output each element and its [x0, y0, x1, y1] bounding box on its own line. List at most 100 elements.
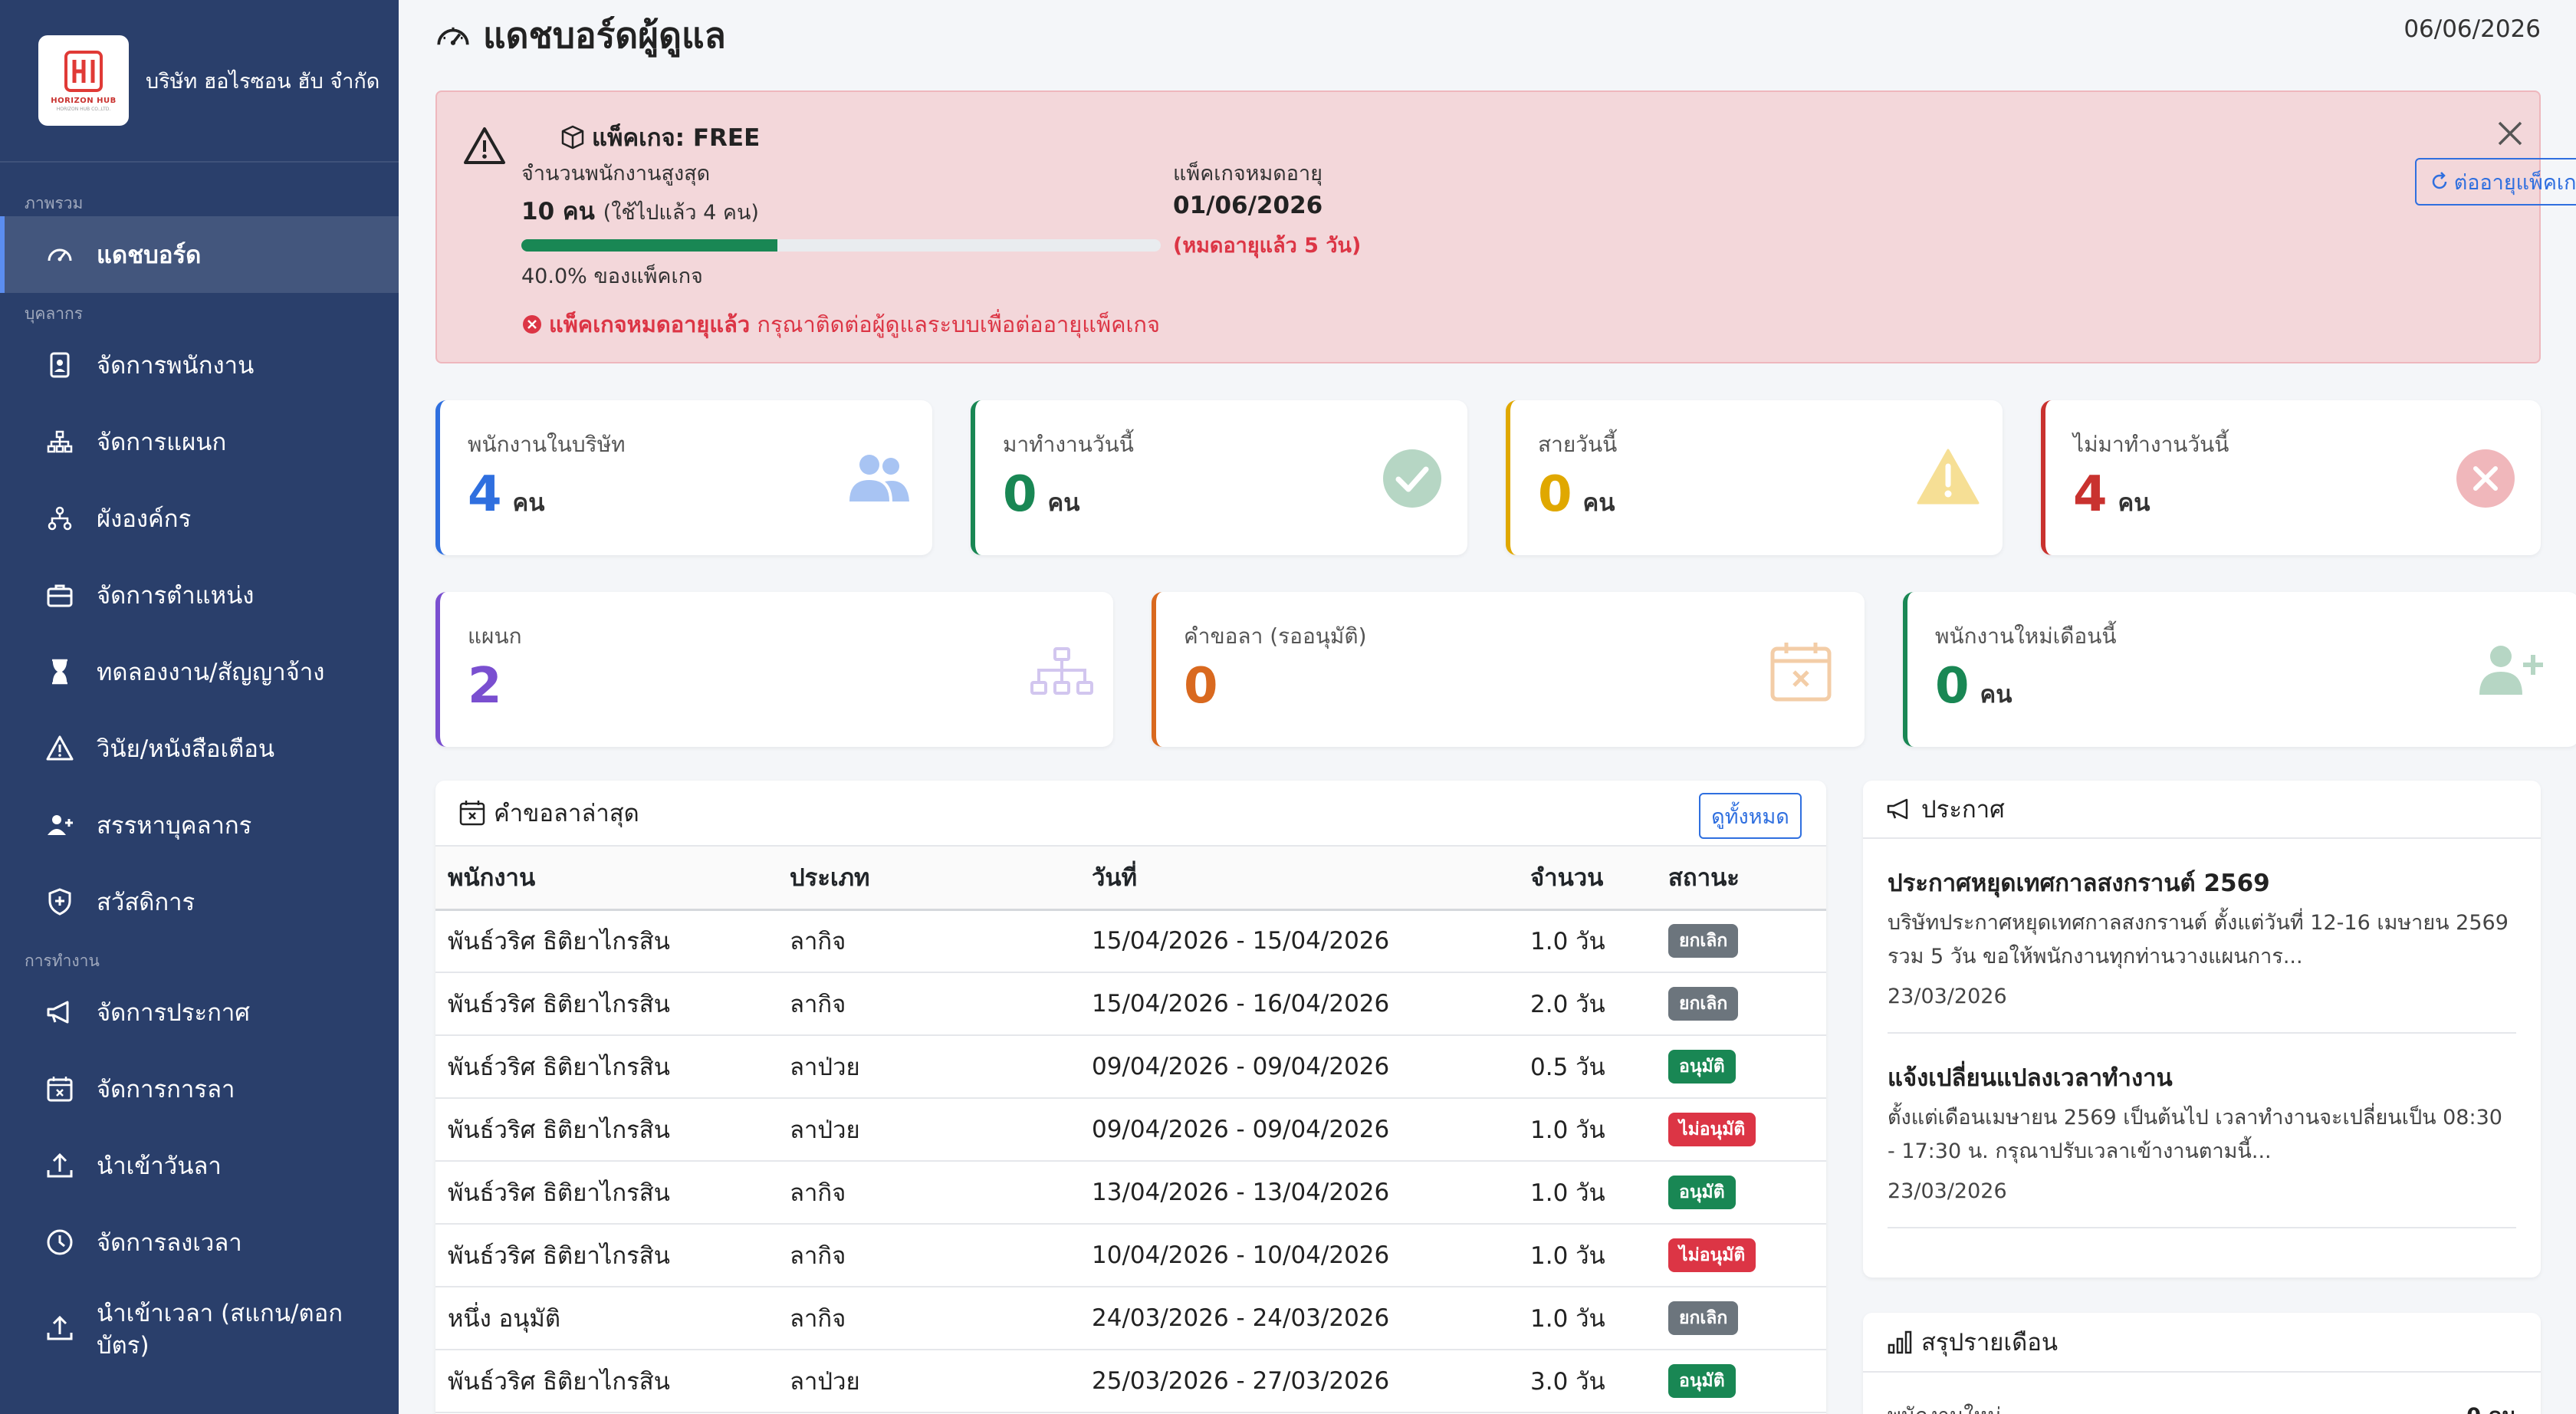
package-alert: แพ็คเกจ: FREE จำนวนพนักงานสูงสุด 10 คน (…	[435, 90, 2576, 363]
cell-type: ลากิจ	[777, 1161, 1079, 1225]
sidebar-item-welfare[interactable]: สวัสดิการ	[0, 863, 399, 940]
renew-package-button[interactable]: ต่ออายุแพ็คเกจ	[2415, 158, 2576, 206]
sidebar-item-org-chart[interactable]: ผังองค์กร	[0, 480, 399, 557]
cell-amount: 3.0 วัน	[1518, 1350, 1656, 1413]
stat-card-pending-leave[interactable]: คำขอลา (รออนุมัติ) 0	[1152, 592, 1865, 747]
table-row[interactable]: หนึ่ง อนุมัติ ลากิจ 24/03/2026 - 24/03/202…	[435, 1287, 1826, 1350]
status-badge: ไม่อนุมัติ	[1668, 1113, 1756, 1146]
panel-header: สรุปรายเดือน	[1863, 1313, 2541, 1373]
stat-card-employees[interactable]: พนักงานในบริษัท 4 คน	[435, 400, 932, 555]
panel-title: ประกาศ	[1921, 796, 2005, 824]
sidebar-item-time-tracking[interactable]: จัดการลงเวลา	[0, 1204, 399, 1281]
expired-text: (หมดอายุแล้ว 5 วัน)	[1173, 234, 1362, 258]
table-row[interactable]: พันธ์วริศ ธิติยาไกรสิน ลาป่วย 09/04/2026 -…	[435, 1035, 1826, 1099]
table-row[interactable]: พันธ์วริศ ธิติยาไกรสิน ลาป่วย 09/04/2026 -…	[435, 1098, 1826, 1162]
company-name: บริษัท ฮอไรซอน ฮับ จำกัด	[146, 69, 380, 94]
speedometer-icon	[48, 248, 72, 261]
table-row[interactable]: พันธ์วริศ ธิติยาไกรสิน ลากิจ 13/04/2026 - …	[435, 1161, 1826, 1225]
cell-employee: พันธ์วริศ ธิติยาไกรสิน	[435, 1350, 777, 1413]
table-row[interactable]: พันธ์วริศ ธิติยาไกรสิน ลากิจ 15/04/2026 - …	[435, 909, 1826, 973]
expiry-date: 01/06/2026	[1173, 192, 1323, 219]
stat-label: พนักงานในบริษัท	[468, 432, 626, 457]
column-header[interactable]: จำนวน	[1518, 847, 1656, 911]
stat-card-late[interactable]: สายวันนี้ 0 คน	[1506, 400, 2003, 555]
usage-progress-fill	[521, 239, 777, 252]
stat-unit: คน	[1047, 489, 1080, 517]
sidebar-item-import-leave[interactable]: นำเข้าวันลา	[0, 1127, 399, 1204]
column-header[interactable]: พนักงาน	[435, 847, 777, 911]
table-row[interactable]: พันธ์วริศ ธิติยาไกรสิน ลากิจ 15/04/2026 - …	[435, 972, 1826, 1036]
table-row[interactable]: พันธ์วริศ ธิติยาไกรสิน ลาป่วย 25/03/2026 -…	[435, 1350, 1826, 1413]
box-icon	[561, 125, 584, 150]
current-date: 06/06/2026	[2404, 15, 2541, 43]
announcement-item[interactable]: แจ้งเปลี่ยนแปลงเวลาทำงาน ตั้งแต่เดือนเมษ…	[1888, 1058, 2516, 1203]
cell-type: ลากิจ	[777, 1287, 1079, 1350]
cell-employee: พันธ์วริศ ธิติยาไกรสิน	[435, 1035, 777, 1099]
logo-mark-icon	[64, 51, 103, 92]
stat-value: 4 คน	[2073, 466, 2150, 523]
cell-status: ยกเลิก	[1656, 972, 1826, 1036]
person-plus-icon	[48, 815, 73, 835]
stat-card-present[interactable]: มาทำงานวันนี้ 0 คน	[971, 400, 1467, 555]
stat-number: 0	[1003, 466, 1037, 523]
stat-number: 0	[1935, 658, 1970, 715]
stat-label: พนักงานใหม่เดือนนี้	[1935, 623, 2117, 649]
column-header[interactable]: ประเภท	[777, 847, 1079, 911]
cell-date: 15/04/2026 - 15/04/2026	[1079, 909, 1518, 973]
sidebar-item-leave[interactable]: จัดการการลา	[0, 1051, 399, 1127]
status-badge: อนุมัติ	[1668, 1176, 1736, 1209]
stat-value: 0 คน	[1538, 466, 1615, 523]
stat-label: ไม่มาทำงานวันนี้	[2073, 432, 2229, 457]
stat-card-new-hires[interactable]: พนักงานใหม่เดือนนี้ 0 คน	[1903, 592, 2576, 747]
sidebar-item-label: นำเข้าเวลา (สแกน/ตอกบัตร)	[97, 1300, 343, 1360]
expired-note-text: กรุณาติดต่อผู้ดูแลระบบเพื่อต่ออายุแพ็คเก…	[757, 311, 1160, 337]
sidebar-item-label: ผังองค์กร	[97, 505, 192, 533]
close-icon[interactable]	[2495, 118, 2525, 149]
sidebar-item-recruitment[interactable]: สรรหาบุคลากร	[0, 787, 399, 863]
view-all-button[interactable]: ดูทั้งหมด	[1699, 793, 1802, 839]
sidebar-item-label: วินัย/หนังสือเตือน	[97, 735, 275, 763]
sidebar-item-announcements[interactable]: จัดการประกาศ	[0, 974, 399, 1051]
leave-table: พนักงาน ประเภท วันที่ จำนวน สถานะ พันธ์ว…	[435, 847, 1826, 1413]
status-badge: ยกเลิก	[1668, 924, 1739, 959]
table-row[interactable]: พันธ์วริศ ธิติยาไกรสิน ลากิจ 10/04/2026 - …	[435, 1224, 1826, 1287]
cell-amount: 0.5 วัน	[1518, 1035, 1656, 1099]
max-employees-number: 10 คน	[521, 198, 595, 225]
logo-word: HORIZON HUB	[51, 97, 117, 105]
cell-type: ลาป่วย	[777, 1098, 1079, 1162]
monthly-first-label: พนักงานใหม่	[1888, 1399, 2001, 1414]
sidebar-item-label: จัดการแผนก	[97, 429, 227, 456]
stat-card-departments[interactable]: แผนก 2	[435, 592, 1113, 747]
sidebar-item-label: จัดการลงเวลา	[97, 1229, 242, 1257]
cell-amount: 1.0 วัน	[1518, 909, 1656, 973]
sidebar-item-dashboard[interactable]: แดชบอร์ด	[0, 216, 399, 293]
cell-employee: พันธ์วริศ ธิติยาไกรสิน	[435, 1224, 777, 1287]
sidebar: HORIZON HUB HORIZON HUB CO.,LTD. บริษัท …	[0, 0, 399, 1414]
expired-note-bold: แพ็คเกจหมดอายุแล้ว	[549, 311, 751, 337]
cell-amount: 1.0 วัน	[1518, 1287, 1656, 1350]
sidebar-item-discipline[interactable]: วินัย/หนังสือเตือน	[0, 710, 399, 787]
upload-icon	[47, 1153, 73, 1178]
stat-card-absent[interactable]: ไม่มาทำงานวันนี้ 4 คน	[2041, 400, 2541, 555]
sidebar-item-employees[interactable]: จัดการพนักงาน	[0, 327, 399, 403]
column-header[interactable]: วันที่	[1079, 847, 1518, 911]
diagram-icon	[47, 430, 73, 453]
sidebar-item-positions[interactable]: จัดการตำแหน่ง	[0, 557, 399, 633]
column-header[interactable]: สถานะ	[1656, 847, 1826, 911]
page-title: แดชบอร์ดผู้ดูแล	[434, 8, 726, 64]
sidebar-item-probation[interactable]: ทดลองงาน/สัญญาจ้าง	[0, 633, 399, 710]
max-employees-used: (ใช้ไปแล้ว 4 คน)	[603, 201, 759, 225]
stat-label: สายวันนี้	[1538, 432, 1618, 457]
cell-date: 13/04/2026 - 13/04/2026	[1079, 1161, 1518, 1225]
cell-type: ลากิจ	[777, 909, 1079, 973]
shield-plus-icon	[48, 888, 71, 916]
cell-type: ลากิจ	[777, 1224, 1079, 1287]
announcement-item[interactable]: ประกาศหยุดเทศกาลสงกรานต์ 2569 บริษัทประก…	[1888, 863, 2516, 1008]
cell-type: ลาป่วย	[777, 1035, 1079, 1099]
sidebar-item-import-time[interactable]: นำเข้าเวลา (สแกน/ตอกบัตร)	[0, 1281, 399, 1365]
brand[interactable]: HORIZON HUB HORIZON HUB CO.,LTD. บริษัท …	[0, 0, 399, 163]
announcement-date: 23/03/2026	[1888, 985, 2007, 1008]
cell-amount: 1.0 วัน	[1518, 1098, 1656, 1162]
diagram-icon	[1030, 647, 1093, 695]
sidebar-item-departments[interactable]: จัดการแผนก	[0, 403, 399, 480]
